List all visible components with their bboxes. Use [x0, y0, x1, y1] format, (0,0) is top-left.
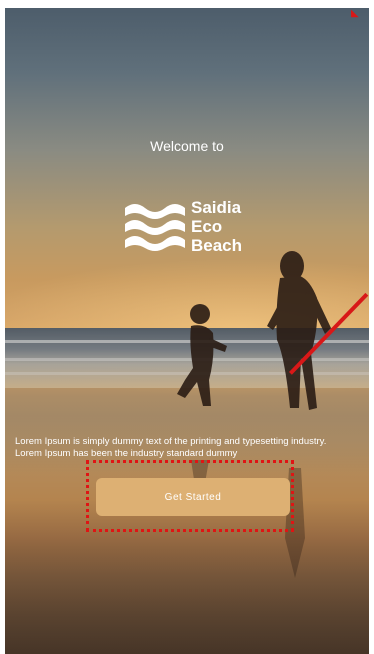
- splash-screen: Welcome to Saidia Eco Beach ◣: [5, 8, 369, 654]
- brand-logo: Saidia Eco Beach: [121, 198, 271, 258]
- brand-line-3: Beach: [191, 236, 243, 255]
- brand-name: Saidia Eco Beach: [191, 198, 242, 255]
- brand-line-1: Saidia: [191, 198, 242, 217]
- beach-silhouettes-image: [177, 251, 331, 578]
- welcome-heading: Welcome to: [150, 138, 224, 154]
- intro-description: Lorem Ipsum is simply dummy text of the …: [15, 436, 327, 459]
- corner-marker-icon: ◣: [351, 8, 359, 19]
- waves-logo-icon: [125, 204, 185, 251]
- brand-line-2: Eco: [191, 217, 223, 236]
- get-started-button[interactable]: Get Started: [96, 478, 290, 516]
